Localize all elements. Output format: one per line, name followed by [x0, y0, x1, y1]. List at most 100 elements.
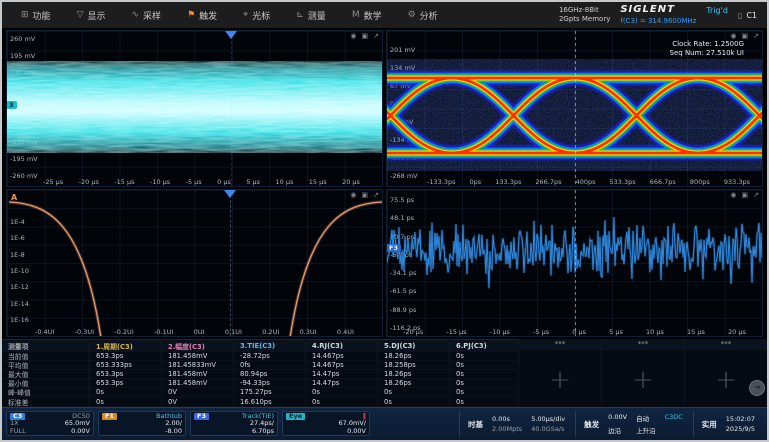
function-descriptor-f3[interactable]: F3Track(TIE) 27.4ps/ 6.70ps	[190, 411, 278, 436]
measure-value: -94.33ps	[234, 379, 306, 387]
camera-icon[interactable]: ◉	[730, 191, 736, 199]
display-icon: ▽	[77, 10, 84, 20]
region-icon[interactable]: ▣	[742, 191, 749, 199]
add-measurement-slot: *** +	[518, 339, 601, 407]
measure-value: 653.3ps	[90, 379, 162, 387]
measure-value: 0s	[378, 398, 450, 406]
status-bar: C3DC50 1X65.0mV FULL0.00V F1Bathtub 2.00…	[2, 407, 767, 440]
menu-cursor[interactable]: ⌖光标	[230, 2, 283, 28]
expand-icon[interactable]: ↗	[373, 32, 379, 40]
menu-display[interactable]: ▽显示	[64, 2, 119, 28]
math-icon: M	[352, 10, 360, 20]
eye-diagram-view[interactable]: 201 mV134 mV67 mV0 mV-67 mV-134 mV-201 m…	[386, 30, 763, 187]
add-measurement-button[interactable]: +	[519, 353, 601, 407]
trigger-position-line	[231, 31, 232, 186]
measure-value: 0s	[306, 388, 378, 396]
cursor-position-line	[230, 190, 231, 336]
measure-icon: ⊾	[296, 10, 304, 20]
menu-trigger[interactable]: ⚑触发	[174, 2, 230, 28]
clock-panel[interactable]: 实用 15:02:07 2025/9/5	[693, 411, 763, 437]
measure-value: 18.26ps	[378, 352, 450, 360]
measure-value: 181.45833mV	[162, 361, 234, 369]
expand-icon[interactable]: ↗	[753, 191, 759, 199]
menu-analysis[interactable]: ⚙分析	[395, 2, 451, 28]
measure-value: 181.458mV	[162, 370, 234, 378]
cursor-a-marker[interactable]: A	[11, 193, 17, 202]
measure-value: 181.458mV	[162, 352, 234, 360]
camera-icon[interactable]: ◉	[350, 191, 356, 199]
measure-value: 181.458mV	[162, 379, 234, 387]
tie-track-view[interactable]: 75.5 ps48.1 ps20.7 ps-6.7 ps-34.1 ps-61.…	[386, 189, 763, 337]
clock-rate-readout: Clock Rate: 1.2500G	[670, 40, 744, 49]
f1-badge: F1	[102, 413, 117, 420]
menu-acquire[interactable]: ∿采样	[119, 2, 175, 28]
column-header: 5.DJ(C3)	[378, 342, 450, 350]
eye-stats-overlay: Clock Rate: 1.2500G Seq Num: 27.510k UI	[670, 40, 744, 59]
trigger-status: Trig'd	[706, 6, 728, 16]
region-icon[interactable]: ▣	[362, 191, 369, 199]
menu-function[interactable]: ⊞功能	[8, 2, 64, 28]
measure-value: 0s	[450, 361, 522, 369]
trigger-panel[interactable]: 触发 0.00V 自动 C3DC 边沿 上升沿	[575, 411, 691, 437]
expand-icon[interactable]: ↗	[373, 191, 379, 199]
measure-value: 0s	[450, 379, 522, 387]
timebase-panel[interactable]: 时基 0.00s 5.00µs/div 2.00Mpts 40.0GSa/s	[459, 411, 573, 437]
eye-badge: Eye	[286, 413, 305, 420]
menu-label: 分析	[420, 9, 438, 22]
measure-value: 0s	[450, 352, 522, 360]
f3-source-marker[interactable]: F3	[387, 244, 401, 252]
menu-measure[interactable]: ⊾测量	[283, 2, 339, 28]
trigger-flag-icon: ⚑	[187, 10, 195, 20]
column-header: ***	[602, 339, 684, 350]
bathtub-curve	[7, 190, 383, 337]
menu-label: 显示	[87, 9, 105, 22]
trigger-source: C3DC	[665, 413, 683, 423]
bathtub-view[interactable]: A 1E-41E-61E-81E-101E-121E-141E-16 -0.4U…	[6, 189, 383, 337]
offset-value: 0.00V	[347, 428, 366, 435]
cursor-position-marker[interactable]	[224, 190, 236, 198]
frequency-readout: f(C3) = 314.9600MHz	[620, 17, 696, 26]
menu-math[interactable]: M 数学	[339, 2, 395, 28]
camera-icon[interactable]: ◉	[350, 32, 356, 40]
offset-value: -8.00	[165, 428, 182, 435]
add-measurement-slot: *** +	[601, 339, 684, 407]
region-icon[interactable]: ▣	[742, 32, 749, 40]
acquire-icon: ∿	[132, 10, 140, 20]
memory-label: 2Gpts Memory	[559, 15, 610, 24]
trigger-position-marker[interactable]	[225, 31, 237, 39]
cursor-icon: ⌖	[243, 10, 248, 20]
add-measurement-slot: *** +	[684, 339, 767, 407]
channel-level-marker[interactable]: 3	[7, 101, 17, 109]
column-header: ***	[519, 339, 601, 350]
function-descriptor-f1[interactable]: F1Bathtub 2.00/ -8.00	[98, 411, 186, 436]
expand-icon[interactable]: ↗	[753, 32, 759, 40]
f3-badge: F3	[194, 413, 209, 420]
channel-label: C1	[746, 11, 757, 20]
panel-collapse-button[interactable]: ◄	[749, 380, 765, 396]
quadrant-toolbar: ◉ ▣ ↗	[730, 191, 759, 199]
menu-label: 采样	[143, 9, 161, 22]
probe-label: 1X	[10, 420, 19, 427]
column-header: 1.周期(C3)	[90, 341, 162, 351]
region-icon[interactable]: ▣	[362, 32, 369, 40]
menu-label: 数学	[364, 9, 382, 22]
trigger-mode: 自动	[636, 413, 656, 423]
measure-value: 0fs	[234, 361, 306, 369]
timebase-delay: 0.00s	[492, 415, 522, 423]
brand-logo: SIGLENT	[620, 4, 696, 17]
waveform-view-c3[interactable]: 260 mV195 mV130 mV65 mV0 mV-65 mV-130 mV…	[6, 30, 383, 187]
memory-depth: 2.00Mpts	[492, 425, 522, 433]
tie-waveform-svg	[387, 190, 763, 337]
measure-value: 653.333ps	[90, 361, 162, 369]
column-header: 6.PJ(C3)	[450, 342, 522, 350]
camera-icon[interactable]: ◉	[730, 32, 736, 40]
measure-value: 0s	[450, 370, 522, 378]
active-channel-indicator[interactable]: ▯ C1	[738, 11, 757, 20]
trigger-slope: 上升沿	[636, 425, 656, 435]
add-measurement-button[interactable]: +	[602, 353, 684, 407]
eye-descriptor[interactable]: Eye‖ 67.0mV/ 0.00V	[282, 411, 370, 436]
quadrant-toolbar: ◉ ▣ ↗	[350, 191, 379, 199]
trigger-level: 0.00V	[608, 413, 627, 423]
sample-rate: 40.0GSa/s	[531, 425, 565, 433]
channel-descriptor-c3[interactable]: C3DC50 1X65.0mV FULL0.00V	[6, 411, 94, 436]
